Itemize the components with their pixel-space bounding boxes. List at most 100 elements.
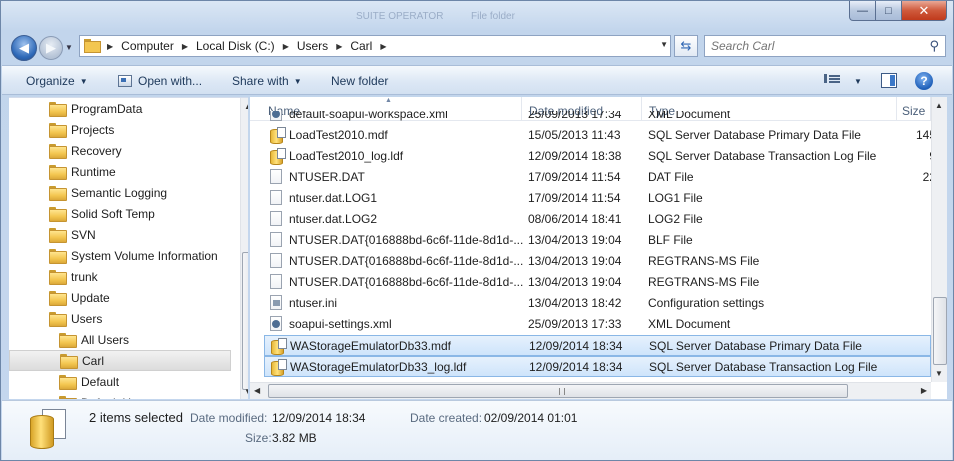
search-icon[interactable]: ⚲	[929, 38, 939, 54]
navigation-scrollbar[interactable]: ▲ ▼	[240, 98, 248, 399]
change-view-icon[interactable]	[824, 74, 840, 88]
table-row[interactable]: soapui-settings.xml 25/09/2013 17:33 XML D…	[264, 314, 931, 335]
search-input[interactable]	[711, 39, 921, 53]
file-name: ntuser.ini	[289, 295, 338, 310]
folder-icon	[49, 123, 67, 138]
preview-pane-icon[interactable]	[881, 73, 897, 88]
organize-button[interactable]: Organize ▼	[26, 66, 88, 96]
breadcrumb-separator[interactable]: ▶	[331, 42, 347, 51]
refresh-button[interactable]: ⇆	[674, 35, 698, 57]
table-row[interactable]: LoadTest2010.mdf 15/05/2013 11:43 SQL Serv…	[264, 125, 936, 146]
grip-icon	[559, 388, 565, 395]
sidebar-item-svn[interactable]: SVN	[9, 224, 231, 245]
table-row[interactable]: WAStorageEmulatorDb33.mdf 12/09/2014 18:3…	[264, 335, 937, 356]
table-row[interactable]: WAStorageEmulatorDb33_log.ldf 12/09/2014 …	[264, 356, 931, 377]
database-file-icon	[271, 338, 287, 355]
table-row[interactable]: ntuser.ini 13/04/2013 18:42 Configuration …	[264, 293, 931, 314]
sidebar-item-default-user[interactable]: Default User	[9, 392, 231, 399]
scroll-down-icon[interactable]: ▼	[935, 369, 943, 378]
breadcrumb-users[interactable]: Users	[294, 36, 331, 56]
address-dropdown-icon[interactable]: ▼	[660, 40, 668, 49]
file-date: 17/09/2014 11:54	[528, 190, 621, 205]
forward-button[interactable]: ▶	[39, 36, 63, 60]
breadcrumb-separator[interactable]: ▶	[375, 42, 391, 51]
share-with-button[interactable]: Share with ▼	[232, 66, 302, 96]
file-name: NTUSER.DAT{016888bd-6c6f-11de-8d1d-...	[289, 232, 524, 247]
sidebar-item-trunk[interactable]: trunk	[9, 266, 231, 287]
file-size: 9	[896, 146, 936, 165]
sidebar-item-update[interactable]: Update	[9, 287, 231, 308]
details-pane: 2 items selected Date modified: 12/09/20…	[2, 400, 952, 460]
breadcrumb-separator[interactable]: ▶	[177, 42, 193, 51]
scroll-up-icon[interactable]: ▲	[935, 101, 943, 110]
sidebar-item-all-users[interactable]: All Users	[9, 329, 231, 350]
file-type: XML Document	[648, 316, 731, 331]
address-bar[interactable]: ▶ Computer ▶ Local Disk (C:) ▶ Users ▶ C…	[79, 35, 671, 57]
sidebar-item-semantic-logging[interactable]: Semantic Logging	[9, 182, 231, 203]
table-row[interactable]: default-soapui-workspace.xml 25/09/2013 …	[264, 111, 931, 124]
sidebar-item-runtime[interactable]: Runtime	[9, 161, 231, 182]
sidebar-item-label: Users	[71, 311, 103, 326]
scroll-right-icon[interactable]: ▶	[921, 386, 927, 395]
breadcrumb-local-disk[interactable]: Local Disk (C:)	[193, 36, 278, 56]
scrollbar-thumb[interactable]	[268, 384, 848, 398]
sidebar-item-label: Default User	[81, 396, 148, 400]
breadcrumb-separator[interactable]: ▶	[102, 42, 118, 51]
sidebar-item-label: Recovery	[71, 143, 122, 158]
open-with-button[interactable]: Open with...	[118, 66, 202, 96]
size-label: Size:	[245, 431, 272, 445]
file-type: REGTRANS-MS File	[648, 253, 760, 268]
sidebar-item-carl[interactable]: Carl	[9, 350, 231, 371]
table-row[interactable]: NTUSER.DAT{016888bd-6c6f-11de-8d1d-... 13…	[264, 251, 931, 272]
sidebar-item-label: All Users	[81, 332, 130, 347]
file-list-vertical-scrollbar[interactable]: ▲ ▼	[931, 97, 947, 382]
settings-file-icon	[270, 295, 282, 310]
sidebar-item-system-volume-information[interactable]: System Volume Information	[9, 245, 231, 266]
sidebar-item-programdata[interactable]: ProgramData	[9, 98, 231, 119]
maximize-button[interactable]: □	[876, 1, 902, 21]
sidebar-item-recovery[interactable]: Recovery	[9, 140, 231, 161]
file-size	[896, 209, 936, 228]
sidebar-item-projects[interactable]: Projects	[9, 119, 231, 140]
sidebar-item-label: Update	[71, 290, 110, 305]
folder-icon	[49, 207, 67, 222]
table-row[interactable]: ntuser.dat.LOG1 17/09/2014 11:54 LOG1 File	[264, 188, 931, 209]
file-list-horizontal-scrollbar[interactable]: ◀ ▶	[250, 382, 931, 399]
table-row[interactable]: NTUSER.DAT{016888bd-6c6f-11de-8d1d-... 13…	[264, 272, 931, 293]
file-name: ntuser.dat.LOG1	[289, 190, 378, 205]
scroll-down-icon[interactable]: ▼	[244, 387, 248, 396]
file-type: Configuration settings	[648, 295, 765, 310]
table-row[interactable]: ntuser.dat.LOG2 08/06/2014 18:41 LOG2 File	[264, 209, 931, 230]
sidebar-item-solid-soft-temp[interactable]: Solid Soft Temp	[9, 203, 231, 224]
scrollbar-thumb[interactable]	[933, 297, 947, 365]
minimize-button[interactable]: —	[849, 1, 876, 21]
sidebar-item-default[interactable]: Default	[9, 371, 231, 392]
search-box[interactable]: ⚲	[704, 35, 946, 57]
sidebar-item-users[interactable]: Users	[9, 308, 231, 329]
file-name: LoadTest2010.mdf	[289, 127, 388, 142]
file-icon	[270, 274, 282, 289]
scroll-left-icon[interactable]: ◀	[254, 386, 260, 395]
help-icon[interactable]: ?	[915, 72, 933, 90]
database-file-icon	[30, 409, 72, 449]
folder-icon	[49, 291, 67, 306]
scroll-up-icon[interactable]: ▲	[244, 102, 248, 111]
file-icon	[270, 253, 282, 268]
back-arrow-icon: ◀	[19, 40, 29, 55]
table-row[interactable]: LoadTest2010_log.ldf 12/09/2014 18:38 SQL …	[264, 146, 936, 167]
caret-down-icon: ▼	[854, 76, 862, 86]
sidebar-item-label: Runtime	[71, 164, 116, 179]
breadcrumb-separator[interactable]: ▶	[278, 42, 294, 51]
view-dropdown[interactable]: ▼	[849, 66, 862, 96]
table-row[interactable]: NTUSER.DAT 17/09/2014 11:54 DAT File 22	[264, 167, 936, 188]
new-folder-button[interactable]: New folder	[331, 66, 388, 96]
recent-pages-dropdown[interactable]: ▼	[65, 43, 73, 52]
table-row[interactable]: NTUSER.DAT{016888bd-6c6f-11de-8d1d-... 13…	[264, 230, 931, 251]
breadcrumb-carl[interactable]: Carl	[347, 36, 375, 56]
back-button[interactable]: ◀	[11, 35, 37, 61]
date-created-value: 02/09/2014 01:01	[484, 411, 578, 425]
breadcrumb-computer[interactable]: Computer	[118, 36, 177, 56]
close-button[interactable]: ✕	[902, 1, 947, 21]
scrollbar-thumb[interactable]	[242, 252, 248, 390]
folder-icon	[49, 102, 67, 117]
